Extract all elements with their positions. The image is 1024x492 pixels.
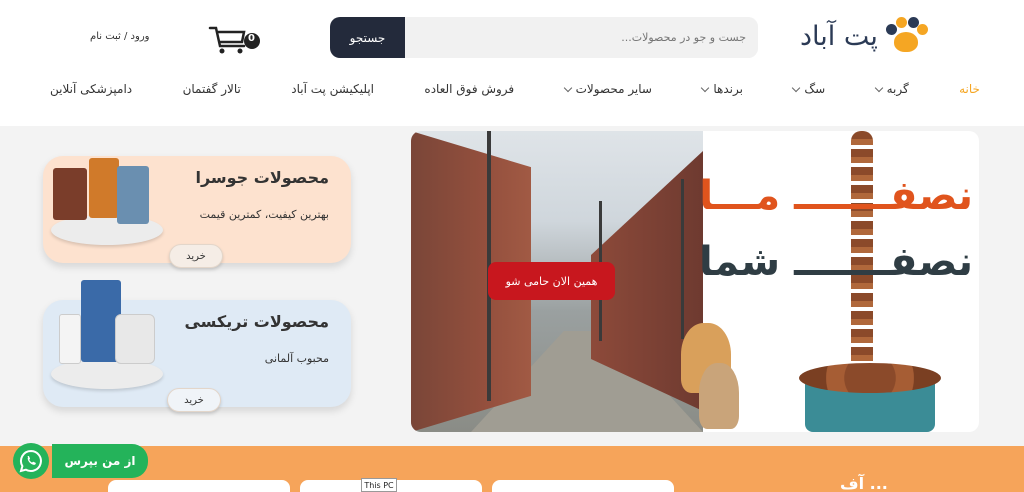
nav-item-label: دامپزشکی آنلاین	[50, 82, 133, 96]
logo-text: پت آباد	[800, 20, 878, 52]
nav-item-home[interactable]: خانه	[959, 82, 980, 96]
nav-item-other-products[interactable]: سایر محصولات	[563, 82, 652, 96]
nav-item-label: سگ	[804, 82, 826, 96]
nav-item-label: خانه	[959, 82, 980, 96]
chevron-down-icon	[563, 83, 572, 92]
slogan-line-2: نصفـــــــ شما	[698, 239, 973, 285]
nav-item-label: برندها	[713, 82, 743, 96]
search-input[interactable]	[405, 17, 758, 58]
product-tile[interactable]	[492, 480, 674, 492]
nav-item-dog[interactable]: سگ	[792, 82, 826, 96]
card-title: محصولات تریکسی	[184, 312, 329, 331]
card-subtitle: محبوب آلمانی	[264, 352, 329, 365]
nav-item-label: فروش فوق العاده	[424, 82, 515, 96]
whatsapp-icon	[19, 449, 42, 473]
product-pack	[117, 166, 149, 224]
nav-item-brands[interactable]: برندها	[701, 82, 743, 96]
product-pack	[59, 314, 81, 364]
card-title: محصولات جوسرا	[195, 168, 329, 187]
nav-item-forum[interactable]: تالار گفتمان	[183, 82, 241, 96]
become-sponsor-button[interactable]: همین الان حامی شو	[488, 262, 615, 300]
buy-button[interactable]: خرید	[167, 388, 221, 412]
product-pack	[89, 158, 119, 218]
site-logo[interactable]: پت آباد	[800, 14, 945, 58]
product-card-trixie[interactable]: محصولات تریکسی محبوب آلمانی خرید	[43, 280, 351, 412]
nav-item-special-sale[interactable]: فروش فوق العاده	[424, 82, 514, 96]
site-header: پت آباد جستجو 0 ورود / ثبت نام خانه گربه…	[0, 0, 1024, 126]
section-heading: ... آف	[840, 474, 888, 492]
nav-item-label: تالار گفتمان	[182, 82, 241, 96]
nav-item-app[interactable]: اپلیکیشن پت آباد	[291, 82, 374, 96]
this-pc-tooltip: This PC	[361, 478, 397, 492]
nav-item-label: گربه	[886, 82, 909, 96]
product-tile[interactable]	[108, 480, 290, 492]
chevron-down-icon	[792, 83, 801, 92]
paw-logo-icon	[884, 16, 928, 56]
login-link[interactable]: ورود / ثبت نام	[90, 31, 150, 42]
buy-button[interactable]: خرید	[169, 244, 223, 268]
search-button[interactable]: جستجو	[330, 17, 405, 58]
chevron-down-icon	[874, 83, 883, 92]
cart-button[interactable]: 0	[208, 24, 262, 56]
product-pack	[53, 168, 87, 220]
nav-item-label: اپلیکیشن پت آباد	[291, 82, 375, 96]
cat-image	[699, 363, 739, 429]
card-subtitle: بهترین کیفیت، کمترین قیمت	[199, 208, 329, 221]
chevron-down-icon	[701, 83, 710, 92]
nav-item-online-vet[interactable]: دامپزشکی آنلاین	[50, 82, 132, 96]
nav-item-cat[interactable]: گربه	[874, 82, 909, 96]
slogan-line-1: نصفـــــــ مـــا	[699, 173, 973, 219]
hero-banner[interactable]: همین الان حامی شو نصفـــــــ مـــا نصفــ…	[411, 131, 979, 432]
search-bar: جستجو	[330, 17, 758, 58]
product-card-josera[interactable]: محصولات جوسرا بهترین کیفیت، کمترین قیمت …	[43, 156, 351, 268]
banner-slogan: نصفـــــــ مـــا نصفـــــــ شما	[699, 131, 979, 432]
nav-item-label: سایر محصولات	[575, 82, 652, 96]
whatsapp-button[interactable]	[13, 443, 49, 479]
main-nav: خانه گربه سگ برندها سایر محصولات فروش فو…	[50, 78, 980, 100]
product-pack	[115, 314, 155, 364]
ask-me-button[interactable]: از من بپرس	[52, 444, 148, 478]
cart-count: 0	[248, 33, 255, 44]
